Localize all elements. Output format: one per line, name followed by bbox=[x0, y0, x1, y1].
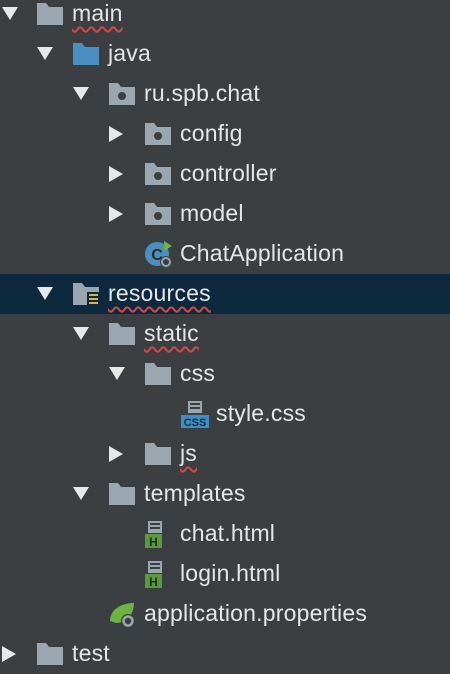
html-file-icon: H bbox=[145, 521, 162, 549]
tree-row-application-properties[interactable]: application.properties bbox=[0, 594, 450, 634]
collapse-arrow-icon[interactable] bbox=[109, 206, 123, 222]
tree-label: controller bbox=[180, 160, 277, 186]
tree-row-java[interactable]: java bbox=[0, 34, 450, 74]
expand-arrow-icon[interactable] bbox=[37, 287, 53, 300]
tree-row-controller[interactable]: controller bbox=[0, 154, 450, 194]
collapse-arrow-icon[interactable] bbox=[2, 646, 16, 662]
tree-row-js[interactable]: js bbox=[0, 434, 450, 474]
tree-label: css bbox=[180, 360, 216, 386]
package-icon bbox=[108, 81, 136, 107]
package-icon bbox=[144, 161, 172, 187]
tree-label: model bbox=[180, 200, 244, 226]
expand-arrow-icon[interactable] bbox=[109, 367, 125, 380]
tree-label: style.css bbox=[216, 400, 306, 426]
collapse-arrow-icon[interactable] bbox=[109, 166, 123, 182]
collapse-arrow-icon[interactable] bbox=[109, 126, 123, 142]
spring-boot-class-icon: C bbox=[145, 241, 172, 268]
tree-row-css[interactable]: css bbox=[0, 354, 450, 394]
tree-row-package[interactable]: ru.spb.chat bbox=[0, 74, 450, 114]
tree-label: test bbox=[72, 640, 110, 666]
tree-label: login.html bbox=[180, 560, 281, 586]
package-icon bbox=[144, 121, 172, 147]
svg-text:H: H bbox=[149, 575, 158, 589]
html-file-icon: H bbox=[145, 561, 162, 589]
source-folder-icon bbox=[72, 41, 100, 67]
tree-label: resources bbox=[108, 280, 211, 306]
tree-row-config[interactable]: config bbox=[0, 114, 450, 154]
tree-label: js bbox=[180, 440, 198, 466]
tree-label: templates bbox=[144, 480, 246, 506]
project-tree: main java ru.spb.chat config controller … bbox=[0, 0, 450, 666]
svg-text:CSS: CSS bbox=[184, 417, 207, 429]
tree-label: application.properties bbox=[144, 600, 368, 626]
folder-icon bbox=[36, 641, 64, 667]
tree-row-resources[interactable]: resources bbox=[0, 274, 450, 314]
tree-label: java bbox=[108, 40, 151, 66]
tree-row-style-css[interactable]: CSS style.css bbox=[0, 394, 450, 434]
tree-label: config bbox=[180, 120, 243, 146]
expand-arrow-icon[interactable] bbox=[73, 87, 89, 100]
tree-row-login-html[interactable]: H login.html bbox=[0, 554, 450, 594]
collapse-arrow-icon[interactable] bbox=[109, 446, 123, 462]
expand-arrow-icon[interactable] bbox=[73, 327, 89, 340]
tree-label: static bbox=[144, 320, 199, 346]
tree-label: main bbox=[72, 0, 123, 26]
folder-icon bbox=[36, 1, 64, 27]
tree-label: ru.spb.chat bbox=[144, 80, 260, 106]
package-icon bbox=[144, 201, 172, 227]
tree-row-model[interactable]: model bbox=[0, 194, 450, 234]
tree-label: ChatApplication bbox=[180, 240, 345, 266]
expand-arrow-icon[interactable] bbox=[2, 7, 18, 20]
css-file-icon: CSS bbox=[181, 401, 209, 429]
folder-icon bbox=[108, 321, 136, 347]
tree-row-test[interactable]: test bbox=[0, 634, 450, 674]
expand-arrow-icon[interactable] bbox=[73, 487, 89, 500]
spring-properties-icon bbox=[110, 603, 135, 628]
tree-row-main[interactable]: main bbox=[0, 0, 450, 34]
tree-label: chat.html bbox=[180, 520, 276, 546]
folder-icon bbox=[108, 481, 136, 507]
svg-text:H: H bbox=[149, 535, 158, 549]
tree-row-templates[interactable]: templates bbox=[0, 474, 450, 514]
folder-icon bbox=[144, 361, 172, 387]
tree-row-static[interactable]: static bbox=[0, 314, 450, 354]
expand-arrow-icon[interactable] bbox=[37, 47, 53, 60]
tree-row-chat-html[interactable]: H chat.html bbox=[0, 514, 450, 554]
tree-row-chat-application[interactable]: C ChatApplication bbox=[0, 234, 450, 274]
folder-icon bbox=[144, 441, 172, 467]
resources-folder-icon bbox=[72, 281, 100, 307]
